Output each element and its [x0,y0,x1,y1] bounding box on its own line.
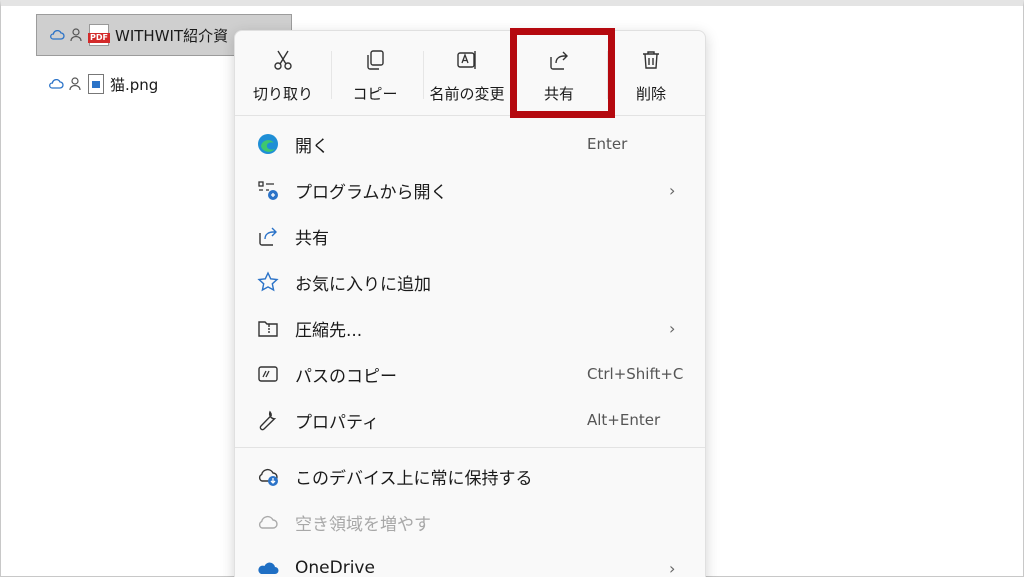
copy-button[interactable]: コピー [329,31,421,115]
zip-folder-icon [255,315,281,341]
menu-item-share[interactable]: 共有 [235,213,705,259]
toolbar-divider [423,51,424,99]
cloud-icon [49,27,65,43]
menu-item-open[interactable]: 開く Enter [235,121,705,167]
rename-button[interactable]: 名前の変更 [421,31,513,115]
share-icon [546,47,572,73]
onedrive-icon [255,555,281,577]
rename-icon [454,47,480,73]
shortcut-label: Alt+Enter [587,411,661,429]
apps-icon [255,177,281,203]
chevron-right-icon: › [669,318,676,338]
share-button[interactable]: 共有 [513,31,605,115]
path-icon [255,361,281,387]
edge-icon [255,131,281,157]
share-icon [255,223,281,249]
file-name: WITHWIT紹介資 [115,26,229,45]
person-icon [69,27,85,43]
scissors-icon [270,47,296,73]
menu-item-properties[interactable]: プロパティ Alt+Enter [235,397,705,443]
cut-button[interactable]: 切り取り [237,31,329,115]
toolbar-divider [515,51,516,99]
cloud-icon [255,509,281,535]
file-name: 猫.png [110,75,159,94]
star-icon [255,269,281,295]
toolbar-separator [235,115,705,116]
pdf-file-icon: PDF [88,24,110,46]
wrench-icon [255,407,281,433]
person-icon [68,76,84,92]
menu-items: 開く Enter プログラムから開く › 共有 お気に入りに追加 圧縮先... … [235,121,705,577]
chevron-right-icon: › [669,180,676,200]
menu-item-compress[interactable]: 圧縮先... › [235,305,705,351]
menu-separator [235,447,705,448]
menu-item-keep-on-device[interactable]: このデバイス上に常に保持する [235,453,705,499]
copy-icon [362,47,388,73]
chevron-right-icon: › [669,558,676,577]
menu-item-free-space: 空き領域を増やす [235,499,705,545]
toolbar-divider [331,51,332,99]
menu-item-favorite[interactable]: お気に入りに追加 [235,259,705,305]
trash-icon [638,47,664,73]
cloud-download-icon [255,463,281,489]
delete-button[interactable]: 削除 [605,31,697,115]
image-file-icon [88,74,104,94]
menu-item-onedrive[interactable]: OneDrive › [235,545,705,577]
shortcut-label: Ctrl+Shift+C [587,365,684,383]
cloud-icon [48,76,64,92]
menu-item-open-with[interactable]: プログラムから開く › [235,167,705,213]
menu-item-copy-path[interactable]: パスのコピー Ctrl+Shift+C [235,351,705,397]
context-toolbar: 切り取り コピー 名前の変更 共有 削除 [235,31,705,115]
shortcut-label: Enter [587,135,628,153]
toolbar-divider [607,51,608,99]
context-menu: 切り取り コピー 名前の変更 共有 削除 開く Enter プログラムから開く … [234,30,706,577]
